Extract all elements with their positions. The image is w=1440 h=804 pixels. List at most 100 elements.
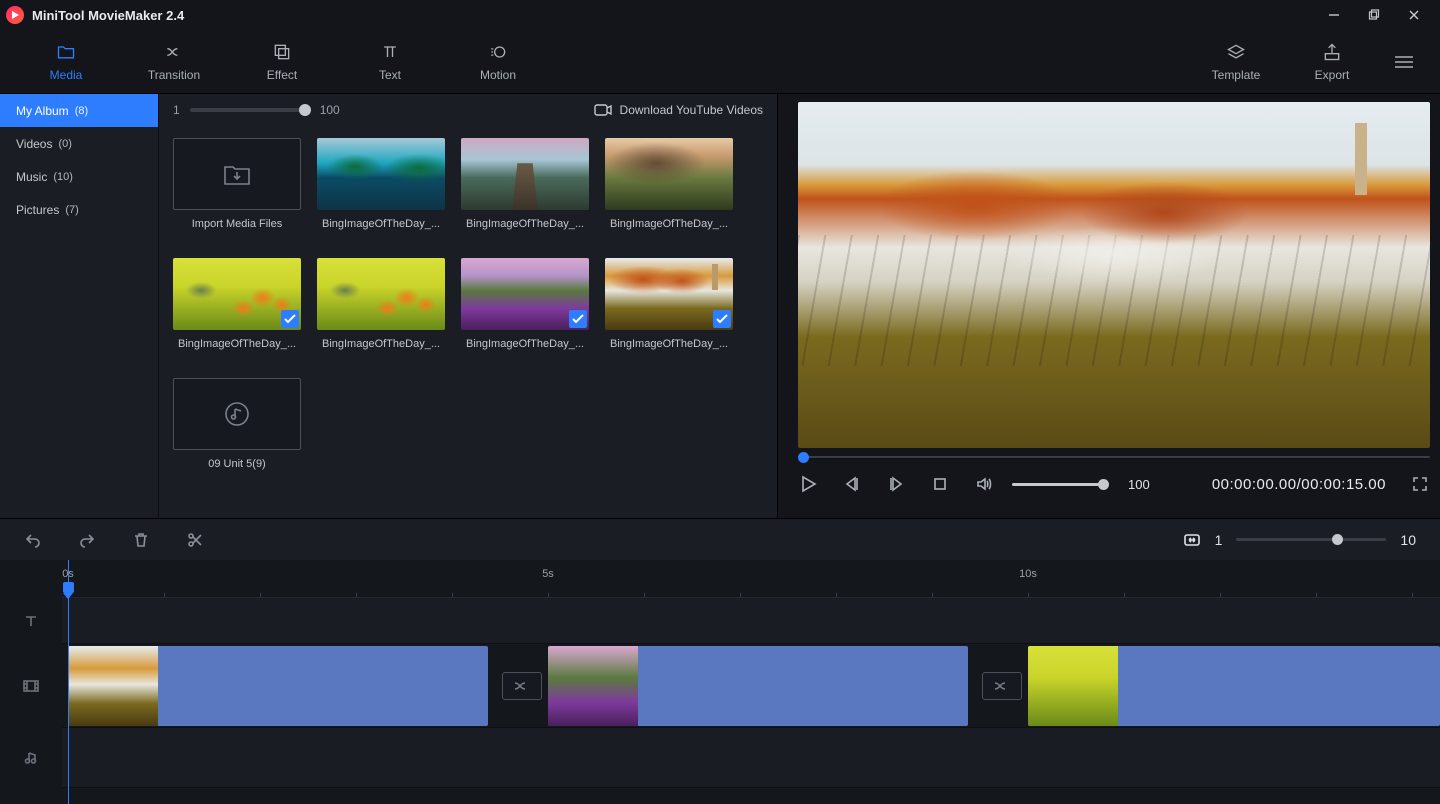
media-item[interactable]: BingImageOfTheDay_...: [317, 258, 445, 362]
media-item[interactable]: BingImageOfTheDay_...: [605, 138, 733, 242]
preview-seekbar[interactable]: [798, 450, 1430, 464]
app-logo: [6, 6, 24, 24]
media-thumbnail-size-bar: 1 100 Download YouTube Videos: [159, 94, 777, 126]
tab-media[interactable]: Media: [12, 30, 120, 93]
zoom-slider[interactable]: [1236, 538, 1386, 541]
media-panel: 1 100 Download YouTube Videos Import Med…: [158, 94, 778, 518]
volume-slider[interactable]: [1012, 483, 1104, 486]
audio-thumbnail[interactable]: [173, 378, 301, 450]
tab-label: Media: [50, 68, 83, 82]
zoom-max: 10: [1400, 532, 1416, 548]
media-thumbnail[interactable]: [173, 258, 301, 330]
tab-label: Text: [379, 68, 401, 82]
timeline-toolbar: 1 10: [0, 518, 1440, 560]
redo-button[interactable]: [78, 531, 96, 549]
motion-icon: [488, 42, 508, 62]
template-icon: [1226, 42, 1246, 62]
effect-icon: [272, 42, 292, 62]
time-ruler[interactable]: 0s5s10s: [62, 560, 1440, 598]
sidebar-item-label: Videos: [16, 137, 52, 151]
video-clip[interactable]: [68, 646, 488, 726]
media-thumbnail[interactable]: [461, 258, 589, 330]
timeline: 0s5s10s: [0, 560, 1440, 804]
media-label: BingImageOfTheDay_...: [178, 338, 296, 350]
media-label: BingImageOfTheDay_...: [610, 338, 728, 350]
nav-export[interactable]: Export: [1284, 42, 1380, 82]
tab-label: Transition: [148, 68, 200, 82]
tracks-area[interactable]: 0s5s10s: [62, 560, 1440, 804]
tab-effect[interactable]: Effect: [228, 30, 336, 93]
window-close-button[interactable]: [1394, 0, 1434, 30]
media-grid: Import Media FilesBingImageOfTheDay_...B…: [159, 126, 777, 494]
tab-label: Motion: [480, 68, 516, 82]
media-item[interactable]: BingImageOfTheDay_...: [605, 258, 733, 362]
video-track-icon: [0, 644, 62, 728]
media-item[interactable]: BingImageOfTheDay_...: [461, 138, 589, 242]
audio-track[interactable]: [62, 728, 1440, 788]
prev-frame-button[interactable]: [842, 474, 862, 494]
folder-icon: [56, 42, 76, 62]
download-youtube-videos-link[interactable]: Download YouTube Videos: [594, 103, 763, 117]
fit-timeline-button[interactable]: [1183, 531, 1201, 549]
video-clip[interactable]: [1028, 646, 1440, 726]
checkmark-icon: [281, 310, 299, 328]
sidebar-item-videos[interactable]: Videos (0): [0, 127, 158, 160]
media-item[interactable]: BingImageOfTheDay_...: [173, 258, 301, 362]
media-item[interactable]: BingImageOfTheDay_...: [461, 258, 589, 362]
preview-viewport: [798, 102, 1430, 448]
media-thumbnail[interactable]: [605, 258, 733, 330]
sidebar-item-my-album[interactable]: My Album (8): [0, 94, 158, 127]
media-thumbnail[interactable]: [317, 138, 445, 210]
audio-track-icon: [0, 728, 62, 788]
preview-panel: 100 00:00:00.00/00:00:15.00: [778, 94, 1440, 518]
next-frame-button[interactable]: [886, 474, 906, 494]
transition-placeholder[interactable]: [502, 672, 542, 700]
volume-button[interactable]: [974, 474, 994, 494]
window-maximize-button[interactable]: [1354, 0, 1394, 30]
track-icons-column: [0, 560, 62, 804]
preview-controls: 100 00:00:00.00/00:00:15.00: [798, 464, 1430, 500]
sidebar-item-label: Pictures: [16, 203, 59, 217]
nav-label: Template: [1212, 68, 1261, 82]
media-label: 09 Unit 5(9): [208, 458, 265, 470]
media-label: BingImageOfTheDay_...: [610, 218, 728, 230]
tab-transition[interactable]: Transition: [120, 30, 228, 93]
media-thumbnail[interactable]: [605, 138, 733, 210]
media-item[interactable]: 09 Unit 5(9): [173, 378, 301, 482]
media-thumbnail[interactable]: [461, 138, 589, 210]
preview-image: [798, 102, 1430, 448]
clip-thumbnail: [548, 646, 638, 726]
text-icon: [380, 42, 400, 62]
stop-button[interactable]: [930, 474, 950, 494]
titlebar: MiniTool MovieMaker 2.4: [0, 0, 1440, 30]
sidebar-item-count: (10): [53, 171, 73, 183]
nav-template[interactable]: Template: [1188, 42, 1284, 82]
sidebar-item-count: (0): [58, 138, 71, 150]
window-minimize-button[interactable]: [1314, 0, 1354, 30]
undo-button[interactable]: [24, 531, 42, 549]
sidebar-item-pictures[interactable]: Pictures (7): [0, 193, 158, 226]
media-item[interactable]: BingImageOfTheDay_...: [317, 138, 445, 242]
import-media-tile[interactable]: [173, 138, 301, 210]
text-track[interactable]: [62, 598, 1440, 644]
sidebar-item-music[interactable]: Music (10): [0, 160, 158, 193]
download-youtube-label: Download YouTube Videos: [620, 103, 763, 117]
volume-value: 100: [1128, 477, 1150, 492]
video-clip[interactable]: [548, 646, 968, 726]
playhead[interactable]: [68, 560, 69, 804]
thumb-size-slider[interactable]: [190, 108, 310, 112]
video-track[interactable]: [62, 644, 1440, 728]
media-label: Import Media Files: [192, 218, 282, 230]
media-thumbnail[interactable]: [317, 258, 445, 330]
split-button[interactable]: [186, 531, 204, 549]
play-button[interactable]: [798, 474, 818, 494]
timecode: 00:00:00.00/00:00:15.00: [1212, 476, 1386, 493]
tab-motion[interactable]: Motion: [444, 30, 552, 93]
delete-button[interactable]: [132, 531, 150, 549]
hamburger-menu-button[interactable]: [1380, 55, 1428, 69]
tab-text[interactable]: Text: [336, 30, 444, 93]
media-item[interactable]: Import Media Files: [173, 138, 301, 242]
fullscreen-button[interactable]: [1410, 474, 1430, 494]
ruler-tick: 5s: [542, 560, 554, 580]
transition-placeholder[interactable]: [982, 672, 1022, 700]
